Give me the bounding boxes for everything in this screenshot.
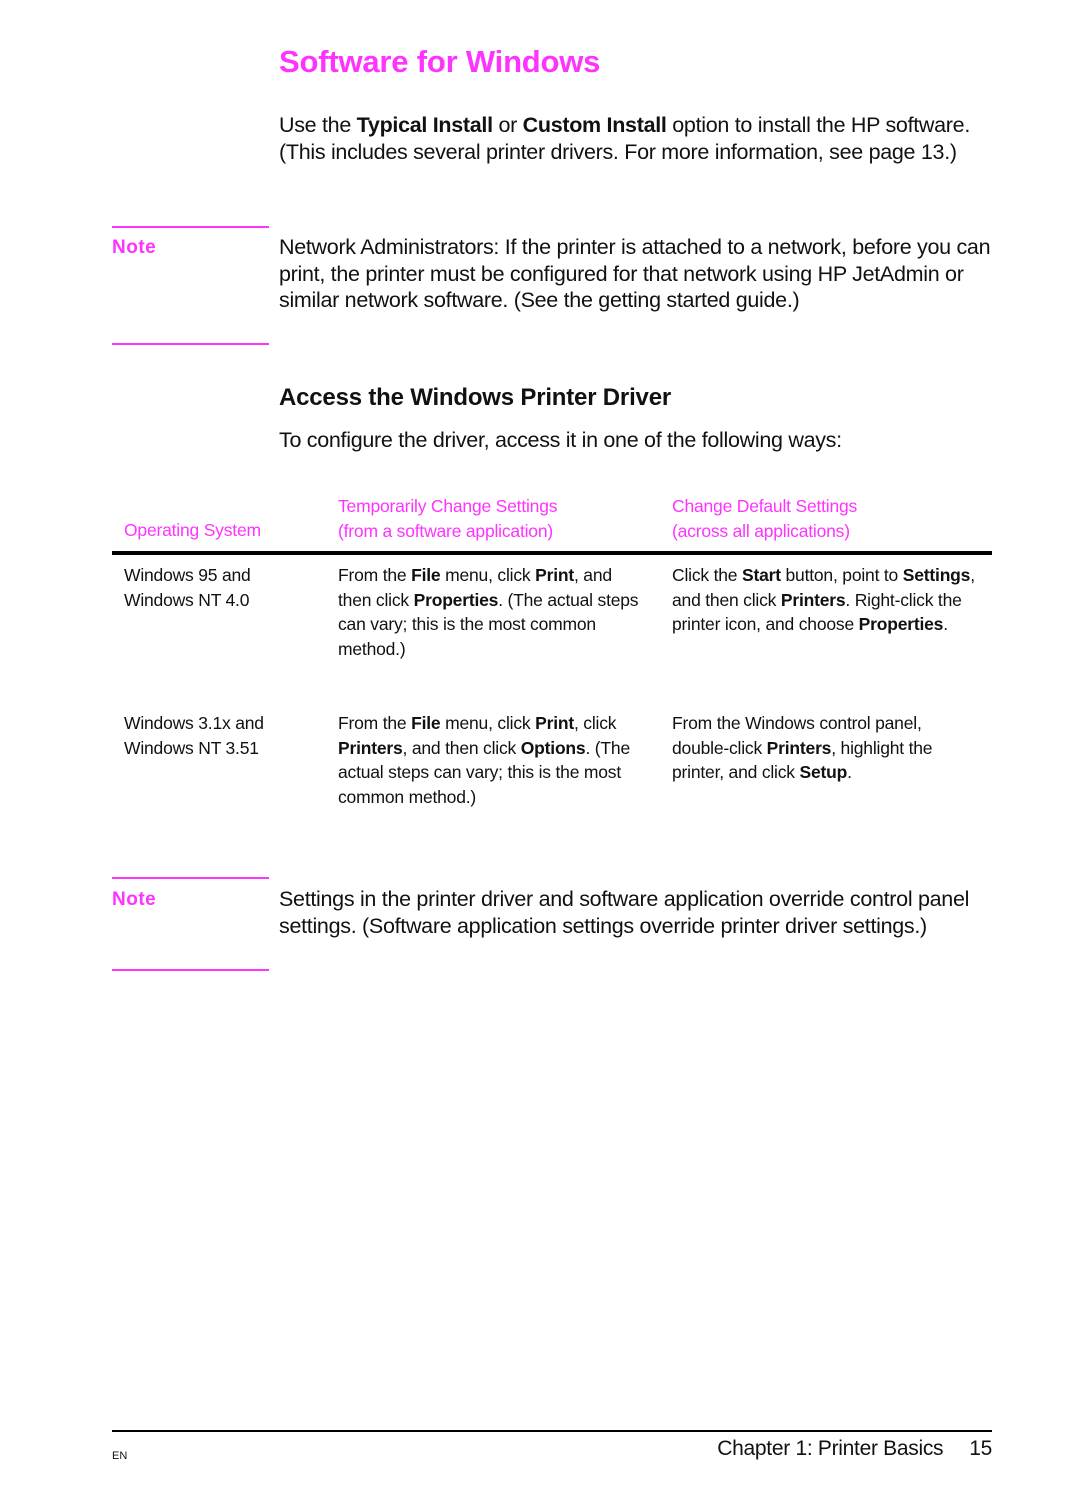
ui-term: Print bbox=[535, 565, 574, 585]
cell-text: From the bbox=[338, 713, 412, 733]
row-default: From the Windows control panel, double-c… bbox=[672, 711, 982, 785]
intro-text: Use the bbox=[279, 113, 357, 137]
cell-text: button, point to bbox=[780, 565, 903, 585]
note-bottom-rule bbox=[112, 969, 269, 971]
intro-text: or bbox=[492, 113, 523, 137]
header-line: (from a software application) bbox=[338, 520, 553, 541]
ui-term: Options bbox=[520, 737, 586, 758]
row-os: Windows 3.1x and Windows NT 3.51 bbox=[124, 711, 324, 760]
header-line: Change Default Settings bbox=[672, 496, 858, 516]
custom-install-term: Custom Install bbox=[522, 113, 667, 137]
row-os: Windows 95 and Windows NT 4.0 bbox=[124, 563, 324, 612]
cell-text: . bbox=[943, 614, 948, 634]
table-header-rule bbox=[112, 551, 992, 555]
cell-text: , click bbox=[573, 713, 617, 733]
footer-rule bbox=[112, 1430, 992, 1432]
ui-term: Properties bbox=[858, 614, 944, 634]
header-line: Temporarily Change Settings bbox=[338, 496, 558, 516]
section-lead: To configure the driver, access it in on… bbox=[279, 428, 842, 452]
row-temporary: From the File menu, click Print, click P… bbox=[338, 711, 638, 809]
ui-term: Setup bbox=[799, 762, 848, 782]
os-line: Windows NT 3.51 bbox=[124, 737, 259, 758]
ui-term: Start bbox=[741, 565, 781, 585]
cell-text: menu, click bbox=[440, 713, 536, 733]
note-label: Note bbox=[112, 889, 157, 910]
section-heading: Access the Windows Printer Driver bbox=[279, 384, 671, 411]
ui-term: Settings bbox=[902, 565, 971, 585]
row-default: Click the Start button, point to Setting… bbox=[672, 563, 982, 637]
os-line: Windows NT 4.0 bbox=[124, 589, 250, 610]
cell-text: . bbox=[847, 762, 852, 782]
ui-term: File bbox=[411, 713, 441, 733]
cell-text: Click the bbox=[672, 565, 742, 585]
os-line: Windows 3.1x and bbox=[124, 713, 264, 733]
table-header-temporary: Temporarily Change Settings (from a soft… bbox=[338, 494, 658, 543]
footer-chapter: Chapter 1: Printer Basics 15 bbox=[717, 1437, 992, 1461]
typical-install-term: Typical Install bbox=[356, 113, 493, 137]
note-label: Note bbox=[112, 237, 157, 258]
ui-term: Properties bbox=[413, 589, 499, 610]
note-top-rule bbox=[112, 877, 269, 879]
intro-paragraph: Use the Typical Install or Custom Instal… bbox=[279, 112, 999, 165]
row-temporary: From the File menu, click Print, and the… bbox=[338, 563, 643, 661]
page-title: Software for Windows bbox=[279, 44, 601, 79]
table-header-default: Change Default Settings (across all appl… bbox=[672, 494, 1002, 543]
footer-language: EN bbox=[112, 1450, 128, 1462]
note-top-rule bbox=[112, 226, 269, 228]
os-line: Windows 95 and bbox=[124, 565, 251, 585]
ui-term: Printers bbox=[766, 737, 832, 758]
cell-text: menu, click bbox=[440, 565, 536, 585]
ui-term: Print bbox=[535, 713, 574, 733]
ui-term: File bbox=[411, 565, 441, 585]
note-text: Settings in the printer driver and softw… bbox=[279, 887, 970, 938]
cell-text: , and then click bbox=[402, 737, 521, 758]
page-number: 15 bbox=[969, 1437, 992, 1460]
note-bottom-rule bbox=[112, 343, 269, 345]
chapter-title: Chapter 1: Printer Basics bbox=[717, 1437, 944, 1460]
ui-term: Printers bbox=[338, 737, 403, 758]
header-line: (across all applications) bbox=[672, 520, 850, 541]
ui-term: Printers bbox=[780, 589, 846, 610]
note-text: Network Administrators: If the printer i… bbox=[279, 235, 991, 312]
cell-text: From the bbox=[338, 565, 412, 585]
table-header-os: Operating System bbox=[124, 520, 261, 540]
